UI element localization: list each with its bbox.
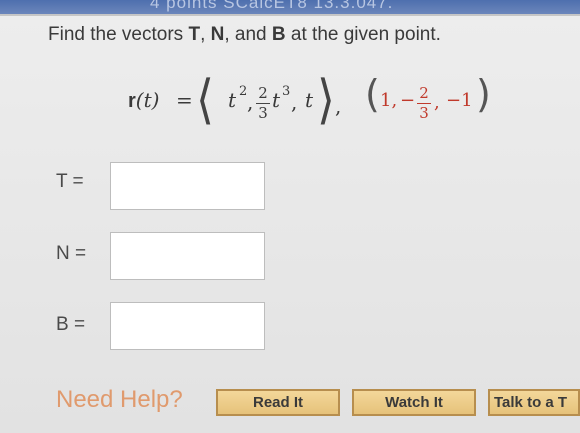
- question-sep2: , and: [224, 24, 272, 45]
- point-minus: −: [400, 90, 416, 111]
- point-z: −1: [446, 90, 473, 111]
- formula-comma3: ,: [335, 94, 342, 118]
- N-label: N =: [56, 243, 87, 264]
- formula-t-cubed: t: [272, 88, 281, 112]
- vector-function-formula: r(t) = ⟨ t 2 , 2 3 t 3 , t ⟩ , ( 1, − 2 …: [128, 68, 528, 148]
- top-bar: 4 points SCalcET8 13.3.047.: [0, 0, 580, 14]
- need-help-label: Need Help?: [56, 386, 183, 413]
- vector-T-label: T: [188, 24, 201, 45]
- vector-N-label: N: [210, 24, 225, 45]
- formula-t-squared: t: [228, 88, 237, 112]
- N-answer-input[interactable]: [110, 232, 265, 280]
- B-label: B =: [56, 314, 86, 335]
- point-frac-den: 3: [419, 104, 429, 122]
- point-left-paren: (: [365, 72, 380, 116]
- talk-to-tutor-button[interactable]: Talk to a T: [488, 389, 580, 416]
- formula-t-last: t: [305, 88, 314, 112]
- B-answer-input[interactable]: [110, 302, 265, 350]
- formula-r: r(t): [128, 88, 160, 112]
- watch-it-button[interactable]: Watch It: [352, 389, 476, 416]
- formula-comma1: ,: [247, 90, 254, 114]
- vector-B-label: B: [271, 24, 286, 45]
- right-angle-bracket: ⟩: [317, 67, 335, 131]
- formula-equals: =: [176, 88, 193, 112]
- header-text: 4 points SCalcET8 13.3.047.: [150, 0, 394, 12]
- formula-comma2: ,: [291, 90, 298, 114]
- formula-exp3: 3: [282, 84, 291, 99]
- point-frac-num: 2: [419, 84, 429, 102]
- read-it-button[interactable]: Read It: [216, 389, 340, 416]
- question-text: Find the vectors T, N, and B at the give…: [48, 24, 441, 46]
- frac-denominator: 3: [258, 104, 268, 122]
- frac-numerator: 2: [258, 84, 268, 102]
- question-sep1: ,: [200, 24, 211, 45]
- point-right-paren: ): [476, 72, 491, 116]
- question-suffix: at the given point.: [285, 24, 441, 45]
- question-prefix: Find the vectors: [48, 24, 189, 45]
- point-comma: ,: [434, 92, 440, 113]
- T-label: T =: [56, 171, 84, 192]
- T-answer-input[interactable]: [110, 162, 265, 210]
- left-angle-bracket: ⟨: [196, 67, 214, 131]
- point-x: 1,: [380, 90, 398, 111]
